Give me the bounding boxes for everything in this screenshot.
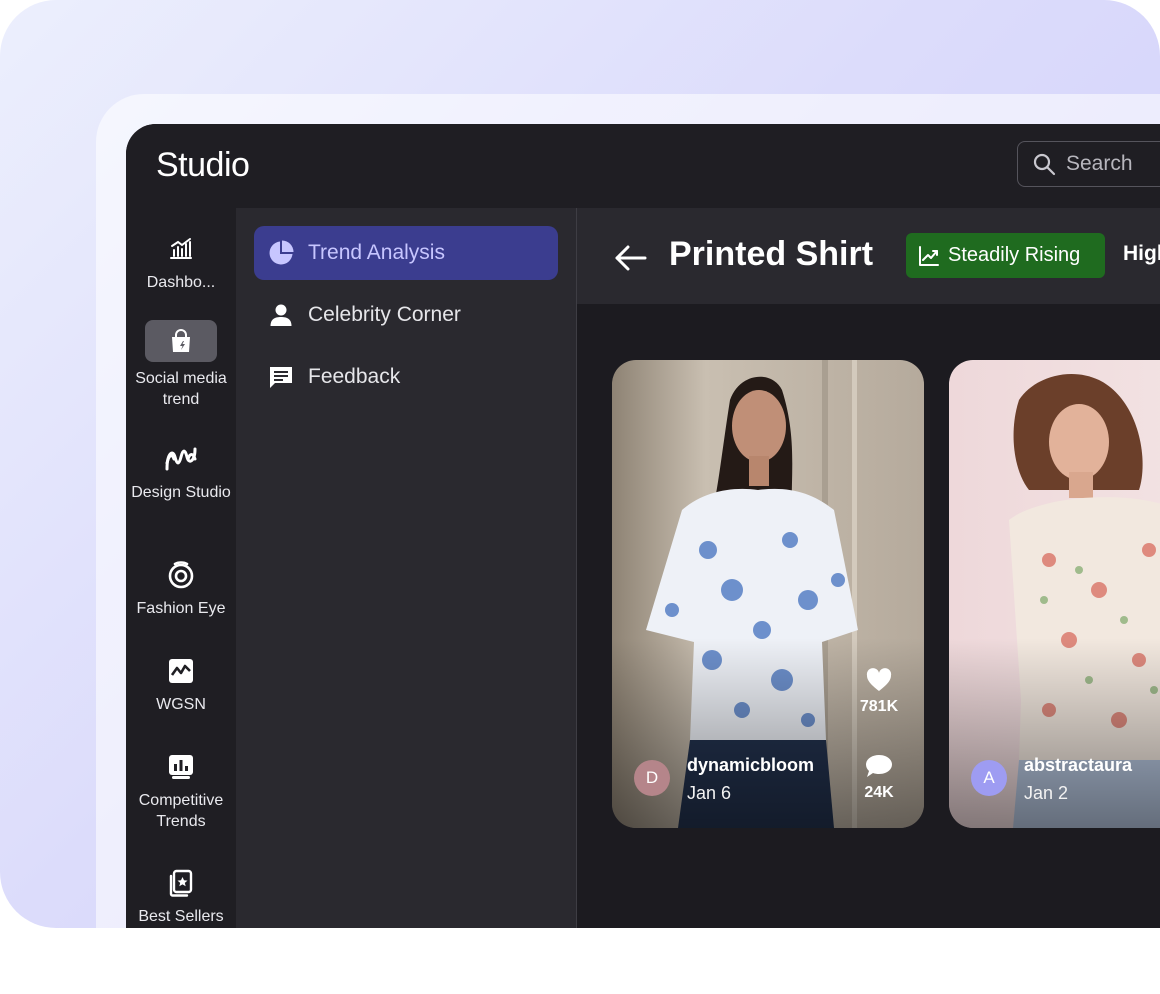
search-input[interactable]: Search: [1017, 141, 1160, 187]
post-card[interactable]: A abstractaura Jan 2: [949, 360, 1160, 828]
rail-item-best-sellers[interactable]: Best Sellers: [126, 866, 236, 927]
rail-label-competitive-trends: Competitive Trends: [138, 792, 224, 830]
secondary-nav: Trend Analysis Celebrity Corner Feedback: [236, 208, 577, 928]
rail-label-best-sellers: Best Sellers: [138, 908, 224, 925]
avatar: D: [634, 760, 670, 796]
eye-ring-icon: [164, 558, 198, 592]
message-icon: [268, 364, 294, 390]
main-content: Printed Shirt Steadily Rising High: [577, 208, 1160, 928]
rail-item-design-studio[interactable]: Design Studio: [126, 442, 236, 503]
search-icon: [1033, 153, 1056, 176]
subnav-item-celebrity-corner[interactable]: Celebrity Corner: [254, 288, 558, 342]
likes-stat[interactable]: 781K: [854, 668, 904, 716]
heart-icon: [866, 668, 892, 691]
person-icon: [268, 302, 294, 328]
trend-graph-icon: [164, 654, 198, 688]
app-window: Studio Search Dashbo... Social media tre…: [126, 124, 1160, 928]
bar-chart-icon: [164, 232, 198, 266]
page-title: Printed Shirt: [669, 235, 874, 273]
subnav-item-trend-analysis[interactable]: Trend Analysis: [254, 226, 558, 280]
rail-label-wgsn: WGSN: [156, 696, 206, 713]
rail-label-fashion-eye: Fashion Eye: [136, 600, 226, 617]
rail-item-wgsn[interactable]: WGSN: [126, 654, 236, 715]
post-date: Jan 2: [1024, 783, 1069, 803]
rail-item-social-media-trend[interactable]: Social media trend: [126, 320, 236, 410]
post-card[interactable]: 781K 24K D dynamicbloom Jan 6: [612, 360, 924, 828]
rail-item-dashboard[interactable]: Dashbo...: [126, 232, 236, 293]
subnav-label-trend-analysis: Trend Analysis: [308, 241, 445, 264]
post-username[interactable]: abstractaura: [1024, 755, 1132, 776]
trend-status-badge: Steadily Rising: [906, 233, 1105, 278]
rail-label-design-studio: Design Studio: [131, 484, 231, 501]
icon-rail: Dashbo... Social media trend Design Stud…: [126, 208, 236, 928]
post-username[interactable]: dynamicbloom: [687, 755, 814, 776]
rail-label-dashboard: Dashbo...: [146, 274, 216, 291]
avatar: A: [971, 760, 1007, 796]
back-arrow-icon[interactable]: [613, 240, 649, 276]
secondary-badge-label: High: [1123, 242, 1160, 265]
trending-up-icon: [919, 245, 939, 266]
design-wave-icon: [164, 442, 198, 476]
trend-status-label: Steadily Rising: [948, 244, 1081, 266]
shopping-bag-icon: [145, 320, 217, 362]
pie-chart-icon: [268, 240, 294, 266]
subnav-label-celebrity-corner: Celebrity Corner: [308, 303, 461, 326]
detail-header: Printed Shirt Steadily Rising High: [577, 208, 1160, 304]
comment-icon: [866, 755, 892, 777]
rail-label-social-media-trend: Social media trend: [135, 370, 227, 408]
rail-item-competitive-trends[interactable]: Competitive Trends: [126, 750, 236, 832]
search-placeholder: Search: [1066, 152, 1133, 175]
subnav-item-feedback[interactable]: Feedback: [254, 350, 558, 404]
app-logo: Studio: [156, 146, 250, 184]
top-bar: Studio Search: [126, 124, 1160, 208]
rail-item-fashion-eye[interactable]: Fashion Eye: [126, 558, 236, 619]
badge-icon: [164, 866, 198, 900]
comments-count: 24K: [864, 784, 894, 801]
likes-count: 781K: [859, 698, 899, 715]
post-date: Jan 6: [687, 783, 732, 803]
subnav-label-feedback: Feedback: [308, 365, 401, 388]
chart-board-icon: [164, 750, 198, 784]
comments-stat[interactable]: 24K: [854, 754, 904, 802]
